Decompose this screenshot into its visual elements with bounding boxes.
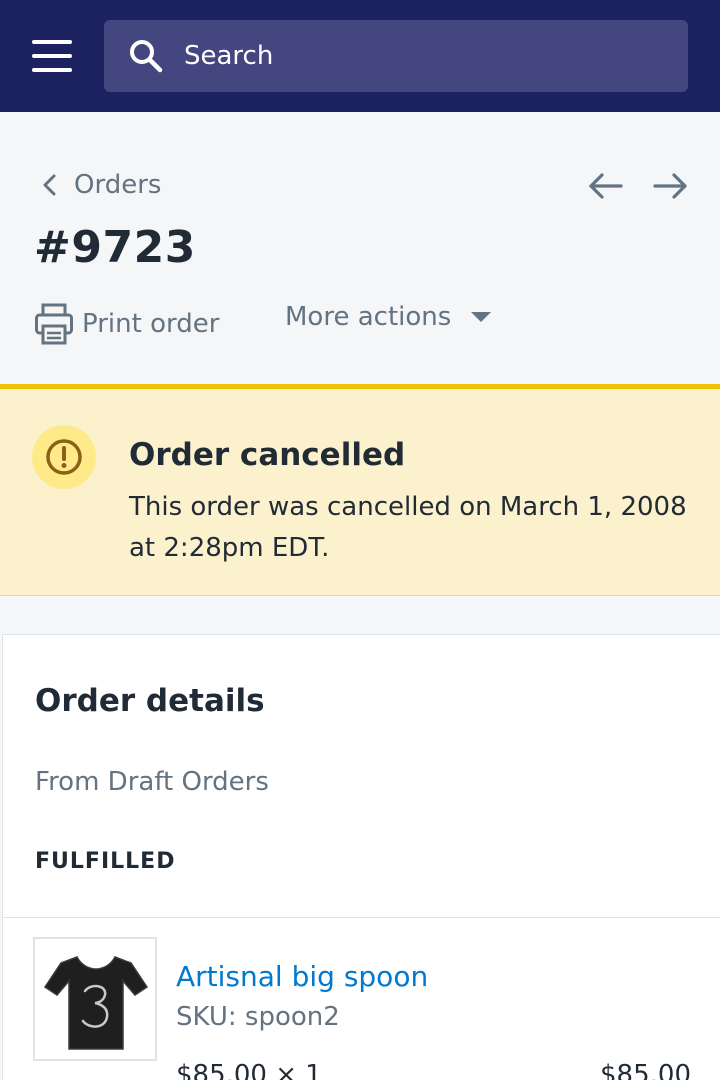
product-price-quantity: $85.00 × 1 [176,1060,322,1080]
order-cancelled-banner: Order cancelled This order was cancelled… [0,384,720,596]
arrow-left-icon[interactable] [586,170,626,202]
more-actions-label: More actions [285,302,452,332]
page-header: Orders #9723 Print order More actions [0,112,720,384]
banner-title: Order cancelled [129,437,406,473]
search-input[interactable] [184,36,664,76]
order-source: From Draft Orders [35,767,269,797]
search-icon [130,40,163,73]
arrow-right-icon[interactable] [650,170,690,202]
hamburger-menu-icon[interactable] [32,38,72,74]
search-bar[interactable] [104,20,688,92]
fulfillment-status: FULFILLED [35,849,176,874]
breadcrumb-label: Orders [74,170,162,200]
chevron-left-icon [43,174,56,196]
print-order-label: Print order [82,309,220,339]
print-order-button[interactable]: Print order [34,302,219,346]
t-shirt-thumbnail [43,956,149,1050]
product-line-total: $85.00 [600,1060,691,1080]
product-link[interactable]: Artisnal big spoon [176,960,428,993]
page-title: #9723 [34,222,196,273]
breadcrumb-orders[interactable]: Orders [40,170,161,200]
printer-icon [35,303,73,345]
alert-circle-icon [32,425,96,489]
line-item: Artisnal big spoon SKU: spoon2 $85.00 × … [3,918,720,1080]
order-details-title: Order details [35,683,265,719]
caret-down-icon [471,312,492,322]
order-details-card: Order details From Draft Orders FULFILLE… [2,634,720,1080]
banner-message: This order was cancelled on March 1, 200… [129,492,687,563]
top-bar [0,0,720,112]
more-actions-dropdown[interactable]: More actions [285,302,492,332]
product-sku: SKU: spoon2 [176,1002,340,1032]
product-thumbnail[interactable] [33,937,157,1061]
